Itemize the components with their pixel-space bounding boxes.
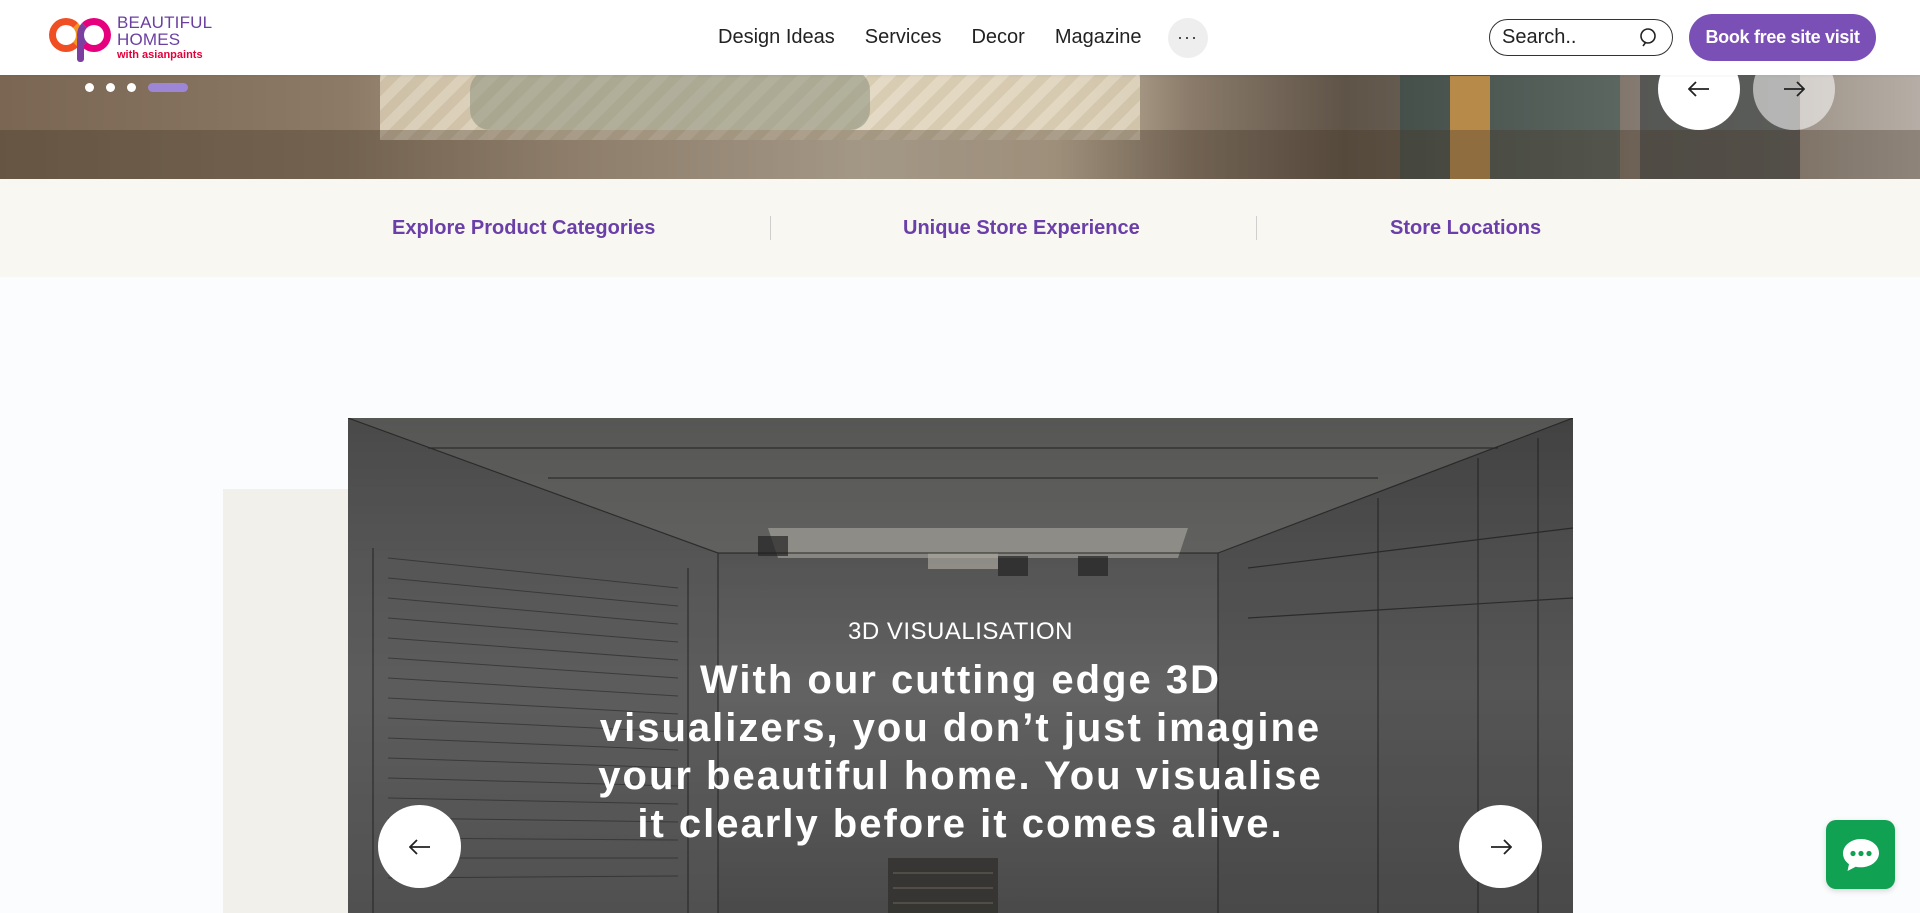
logo-line-2: HOMES [117, 29, 181, 49]
search-input[interactable] [1502, 26, 1632, 49]
book-site-visit-button[interactable]: Book free site visit [1689, 14, 1876, 61]
hero-pagination [85, 83, 188, 92]
visualisation-prev-button[interactable] [378, 805, 461, 888]
more-menu-button[interactable]: ··· [1167, 17, 1208, 58]
quick-links-bar: Explore Product Categories Unique Store … [0, 179, 1920, 277]
quick-link-divider [1256, 216, 1257, 240]
nav-services[interactable]: Services [865, 26, 942, 49]
visualisation-next-button[interactable] [1459, 805, 1542, 888]
logo-line-3: with asianpaints [117, 48, 203, 61]
arrow-right-icon [1784, 81, 1805, 97]
visualisation-headline: With our cutting edge 3D visualizers, yo… [598, 658, 1323, 846]
hero-image-floor [0, 130, 1920, 179]
quick-link-store-experience[interactable]: Unique Store Experience [903, 179, 1140, 277]
visualisation-text: 3D VISUALISATION With our cutting edge 3… [348, 618, 1573, 848]
quick-link-divider [770, 216, 771, 240]
chat-icon [1842, 838, 1879, 871]
visualisation-carousel: 3D VISUALISATION With our cutting edge 3… [348, 418, 1573, 913]
main-nav: Design Ideas Services Decor Magazine ··· [718, 0, 1208, 75]
quick-link-store-locations[interactable]: Store Locations [1390, 179, 1541, 277]
chat-button[interactable] [1826, 820, 1895, 889]
brand-logo[interactable]: BEAUTIFUL HOMES with asianpaints [49, 12, 229, 62]
hero-image-blanket [470, 70, 870, 130]
brand-logo-text: BEAUTIFUL HOMES with asianpaints [117, 14, 212, 61]
nav-decor[interactable]: Decor [971, 26, 1024, 49]
quick-link-product-categories[interactable]: Explore Product Categories [392, 179, 655, 277]
more-dots-icon: ··· [1177, 27, 1199, 47]
arrow-right-icon [1490, 838, 1512, 855]
arrow-left-icon [1688, 81, 1709, 97]
site-header: BEAUTIFUL HOMES with asianpaints Design … [0, 0, 1920, 75]
nav-design-ideas[interactable]: Design Ideas [718, 26, 835, 49]
search-icon[interactable] [1638, 27, 1660, 49]
brand-logo-mark [49, 12, 115, 62]
visualisation-eyebrow: 3D VISUALISATION [848, 618, 1073, 645]
hero-dot-4-active[interactable] [148, 83, 188, 92]
arrow-left-icon [408, 838, 430, 855]
logo-line-1: BEAUTIFUL [117, 12, 213, 32]
nav-magazine[interactable]: Magazine [1055, 26, 1142, 49]
hero-dot-1[interactable] [85, 83, 94, 92]
search-box [1489, 19, 1673, 56]
hero-dot-2[interactable] [106, 83, 115, 92]
hero-dot-3[interactable] [127, 83, 136, 92]
